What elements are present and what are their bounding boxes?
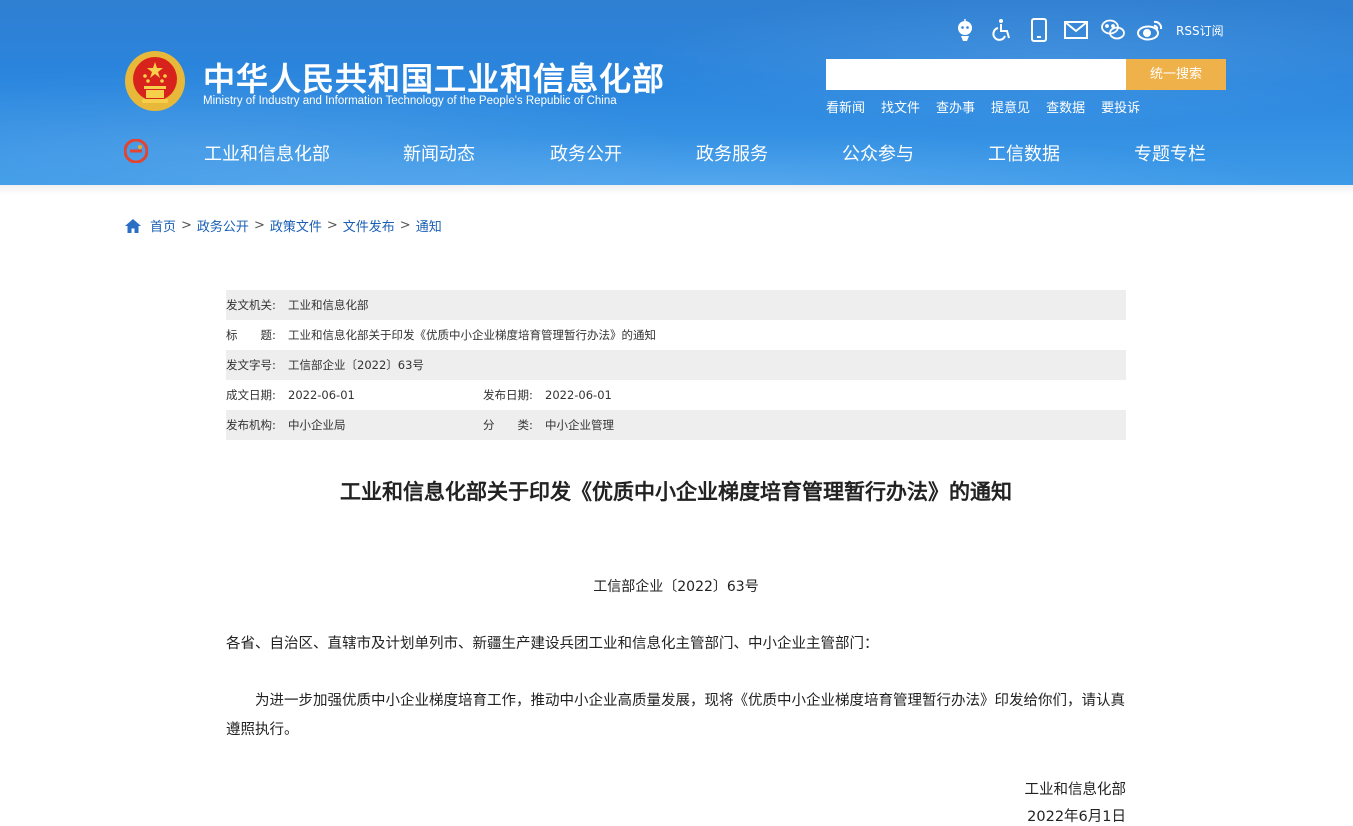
- nav-item-gov-services[interactable]: 政务服务: [696, 140, 768, 166]
- search-button[interactable]: 统一搜索: [1126, 59, 1226, 90]
- document-paragraph: 为进一步加强优质中小企业梯度培育工作，推动中小企业高质量发展，现将《优质中小企业…: [226, 693, 1125, 738]
- breadcrumb: 首页 > 政务公开 > 政策文件 > 文件发布 > 通知: [124, 216, 442, 235]
- meta-label: 标 题:: [226, 328, 276, 342]
- nav-item-news[interactable]: 新闻动态: [403, 140, 475, 166]
- document-salutation: 各省、自治区、直辖市及计划单列市、新疆生产建设兵团工业和信息化主管部门、中小企业…: [226, 636, 879, 652]
- main-nav: 工业和信息化部 新闻动态 政务公开 政务服务 公众参与 工信数据 专题专栏: [0, 136, 1353, 168]
- site-header: 中华人民共和国工业和信息化部 Ministry of Industry and …: [0, 0, 1353, 185]
- rss-link[interactable]: RSS订阅: [1176, 22, 1224, 39]
- document-signature: 工业和信息化部: [1024, 782, 1127, 798]
- nav-item-topics[interactable]: 专题专栏: [1134, 140, 1206, 166]
- meta-value: 2022-06-01: [545, 388, 612, 402]
- national-emblem-icon: [125, 51, 185, 111]
- meta-row-doc-no: 发文字号: 工信部企业〔2022〕63号: [226, 350, 1126, 380]
- header-shadow: [0, 185, 1353, 195]
- quick-link-feedback[interactable]: 提意见: [991, 97, 1030, 116]
- meta-label: 成文日期:: [226, 388, 276, 402]
- quick-link-files[interactable]: 找文件: [881, 97, 920, 116]
- quick-link-news[interactable]: 看新闻: [826, 97, 865, 116]
- top-icon-bar: RSS订阅: [952, 16, 1224, 44]
- meta-label: 发布机构:: [226, 418, 276, 432]
- search-input[interactable]: [826, 59, 1126, 90]
- home-icon[interactable]: [124, 218, 142, 234]
- mail-icon[interactable]: [1063, 17, 1089, 43]
- document-date: 2022年6月1日: [1027, 809, 1126, 825]
- document-metadata-table: 发文机关: 工业和信息化部 标 题: 工业和信息化部关于印发《优质中小企业梯度培…: [226, 290, 1126, 440]
- meta-row-dates: 成文日期: 2022-06-01 发布日期: 2022-06-01: [226, 380, 1126, 410]
- meta-label: 发文机关:: [226, 298, 276, 312]
- meta-label: 发布日期:: [483, 388, 533, 402]
- meta-row-org: 发布机构: 中小企业局 分 类: 中小企业管理: [226, 410, 1126, 440]
- document-title: 工业和信息化部关于印发《优质中小企业梯度培育管理暂行办法》的通知: [340, 480, 1012, 504]
- breadcrumb-separator: >: [181, 218, 192, 233]
- meta-row-title: 标 题: 工业和信息化部关于印发《优质中小企业梯度培育管理暂行办法》的通知: [226, 320, 1126, 350]
- site-subtitle: Ministry of Industry and Information Tec…: [203, 95, 617, 107]
- nav-item-gov-affairs[interactable]: 政务公开: [550, 140, 622, 166]
- nav-item-public-participation[interactable]: 公众参与: [842, 140, 914, 166]
- accessibility-icon[interactable]: [989, 17, 1015, 43]
- quick-links: 看新闻 找文件 查办事 提意见 查数据 要投诉: [826, 97, 1156, 116]
- meta-label: 分 类:: [483, 418, 533, 432]
- breadcrumb-home[interactable]: 首页: [150, 216, 176, 235]
- nav-item-ministry[interactable]: 工业和信息化部: [204, 140, 330, 166]
- quick-link-data[interactable]: 查数据: [1046, 97, 1085, 116]
- meta-value: 中小企业局: [288, 418, 346, 432]
- mobile-icon[interactable]: [1026, 17, 1052, 43]
- weibo-icon[interactable]: [1137, 17, 1163, 43]
- breadcrumb-separator: >: [253, 218, 265, 233]
- meta-value: 中小企业管理: [545, 418, 614, 432]
- meta-label: 发文字号:: [226, 358, 276, 372]
- meta-value: 工业和信息化部: [288, 298, 369, 312]
- quick-link-complaint[interactable]: 要投诉: [1101, 97, 1140, 116]
- document-number: 工信部企业〔2022〕63号: [593, 579, 759, 595]
- site-title: 中华人民共和国工业和信息化部: [203, 60, 666, 98]
- meta-value: 工信部企业〔2022〕63号: [288, 358, 424, 372]
- meta-value: 2022-06-01: [288, 388, 355, 402]
- ministry-logo-icon[interactable]: [124, 139, 148, 163]
- breadcrumb-file-release[interactable]: 文件发布: [343, 216, 395, 235]
- quick-link-services[interactable]: 查办事: [936, 97, 975, 116]
- breadcrumb-separator: >: [399, 218, 411, 233]
- breadcrumb-policy-files[interactable]: 政策文件: [270, 216, 322, 235]
- meta-value: 工业和信息化部关于印发《优质中小企业梯度培育管理暂行办法》的通知: [288, 328, 656, 342]
- robot-assistant-icon[interactable]: [952, 17, 978, 43]
- nav-item-data[interactable]: 工信数据: [988, 140, 1060, 166]
- meta-row-issuer: 发文机关: 工业和信息化部: [226, 290, 1126, 320]
- breadcrumb-separator: >: [326, 218, 338, 233]
- breadcrumb-gov-affairs[interactable]: 政务公开: [197, 216, 249, 235]
- breadcrumb-notice[interactable]: 通知: [416, 216, 442, 235]
- wechat-icon[interactable]: [1100, 17, 1126, 43]
